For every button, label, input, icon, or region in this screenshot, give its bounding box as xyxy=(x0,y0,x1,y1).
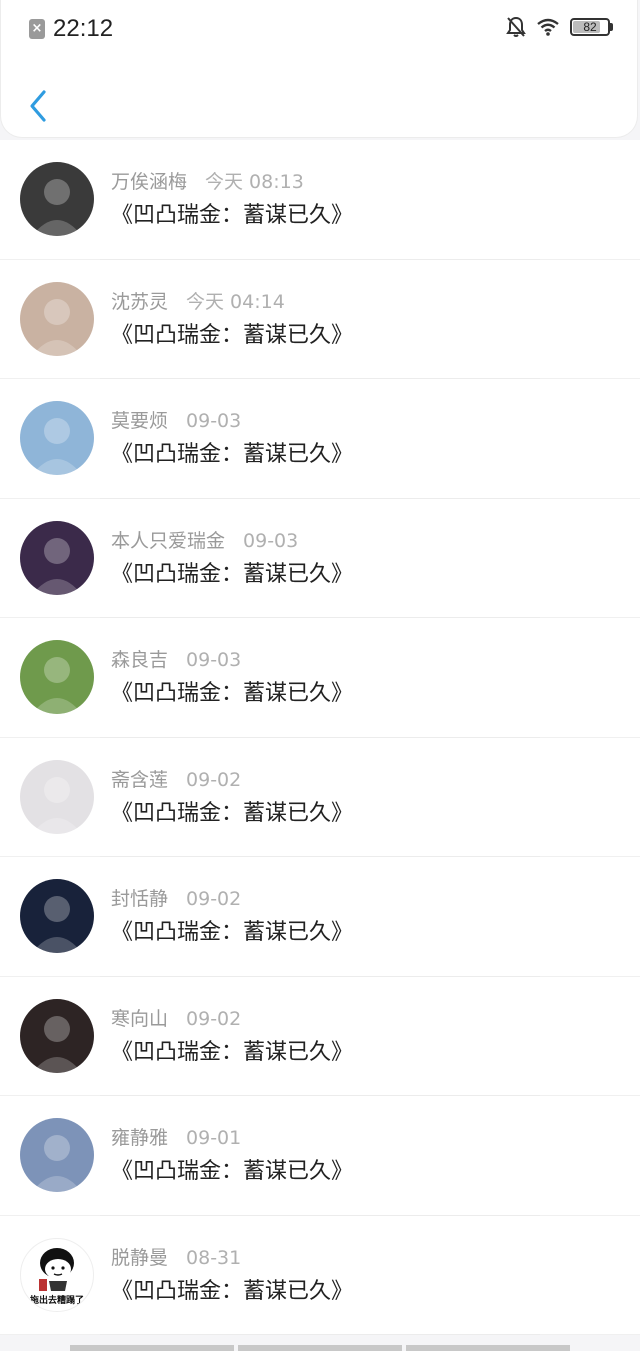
list-item[interactable]: 封恬静 09-02 《凹凸瑞金：蓄谋已久》 xyxy=(0,857,640,977)
timestamp: 今天 08:13 xyxy=(205,171,304,193)
avatar[interactable]: 拖出去糟蹋了 xyxy=(20,1237,94,1312)
message-meta: 万俟涵梅 今天 08:13 xyxy=(111,170,304,194)
sender-name[interactable]: 沈苏灵 xyxy=(111,291,168,313)
sender-name[interactable]: 寒向山 xyxy=(111,1008,168,1030)
message-text: 《凹凸瑞金：蓄谋已久》 xyxy=(111,203,354,228)
message-text: 《凹凸瑞金：蓄谋已久》 xyxy=(111,800,354,826)
avatar[interactable] xyxy=(20,879,94,953)
sender-name[interactable]: 莫要烦 xyxy=(111,410,168,432)
avatar[interactable] xyxy=(20,162,94,236)
status-left: × 22:12 xyxy=(29,14,113,44)
bell-muted-icon xyxy=(506,16,526,38)
battery-cap xyxy=(610,23,613,31)
message-text: 《凹凸瑞金：蓄谋已久》 xyxy=(111,322,354,348)
list-item[interactable]: 本人只爱瑞金 09-03 《凹凸瑞金：蓄谋已久》 xyxy=(0,499,640,618)
list-item[interactable]: 万俟涵梅 今天 08:13 《凹凸瑞金：蓄谋已久》 xyxy=(0,140,640,260)
list-item[interactable]: 雍静雅 09-01 《凹凸瑞金：蓄谋已久》 xyxy=(0,1096,640,1216)
avatar[interactable] xyxy=(20,520,94,595)
message-meta: 斋含莲 09-02 xyxy=(111,768,241,792)
timestamp: 09-02 xyxy=(186,1007,242,1030)
avatar[interactable] xyxy=(20,998,94,1073)
status-bar: × 22:12 82 xyxy=(1,0,640,58)
sender-name[interactable]: 雍静雅 xyxy=(111,1127,168,1149)
timestamp: 今天 04:14 xyxy=(186,290,285,313)
avatar[interactable] xyxy=(20,401,94,475)
message-text: 《凹凸瑞金：蓄谋已久》 xyxy=(111,920,354,945)
indicator-segment xyxy=(406,1345,570,1351)
avatar-caption: 拖出去糟蹋了 xyxy=(29,1295,84,1306)
message-text: 《凹凸瑞金：蓄谋已久》 xyxy=(111,1159,354,1184)
avatar[interactable] xyxy=(20,1118,94,1192)
message-list: 万俟涵梅 今天 08:13 《凹凸瑞金：蓄谋已久》 沈苏灵 今天 04:14 《凹凸瑞金：… xyxy=(0,140,640,1335)
sender-name[interactable]: 封恬静 xyxy=(111,888,168,910)
list-item[interactable]: 斋含莲 09-02 《凹凸瑞金：蓄谋已久》 xyxy=(0,738,640,857)
bottom-scroll-indicator xyxy=(70,1345,570,1351)
avatar[interactable] xyxy=(20,640,94,714)
sender-name[interactable]: 脱静曼 xyxy=(111,1247,168,1269)
battery-icon: 82 xyxy=(570,18,610,36)
avatar[interactable] xyxy=(20,281,94,356)
sender-name[interactable]: 万俟涵梅 xyxy=(111,171,187,193)
message-text: 《凹凸瑞金：蓄谋已久》 xyxy=(111,442,354,467)
message-text: 《凹凸瑞金：蓄谋已久》 xyxy=(111,1278,354,1304)
message-meta: 森良吉 09-03 xyxy=(111,648,241,672)
timestamp: 09-02 xyxy=(186,888,242,910)
avatar-image xyxy=(32,298,82,356)
sender-name[interactable]: 本人只爱瑞金 xyxy=(111,530,225,552)
avatar-image xyxy=(32,657,82,714)
avatar-image xyxy=(32,179,82,236)
list-item[interactable]: 拖出去糟蹋了 脱静曼 08-31 《凹凸瑞金：蓄谋已久》 xyxy=(0,1216,640,1335)
timestamp: 09-03 xyxy=(186,649,242,671)
message-meta: 寒向山 09-02 xyxy=(111,1007,241,1031)
message-text: 《凹凸瑞金：蓄谋已久》 xyxy=(111,561,354,587)
avatar-image xyxy=(32,418,82,475)
message-text: 《凹凸瑞金：蓄谋已久》 xyxy=(111,1039,354,1065)
message-meta: 封恬静 09-02 xyxy=(111,887,241,911)
avatar-image xyxy=(32,896,82,953)
avatar-image xyxy=(32,537,82,595)
list-item[interactable]: 寒向山 09-02 《凹凸瑞金：蓄谋已久》 xyxy=(0,977,640,1096)
timestamp: 08-31 xyxy=(186,1246,242,1269)
indicator-segment xyxy=(238,1345,402,1351)
list-item[interactable]: 莫要烦 09-03 《凹凸瑞金：蓄谋已久》 xyxy=(0,379,640,499)
message-meta: 沈苏灵 今天 04:14 xyxy=(111,290,285,314)
clock: 22:12 xyxy=(53,15,114,42)
back-button[interactable] xyxy=(23,86,53,126)
timestamp: 09-02 xyxy=(186,768,242,791)
message-meta: 脱静曼 08-31 xyxy=(111,1246,241,1270)
indicator-segment xyxy=(70,1345,234,1351)
avatar-image xyxy=(32,776,82,834)
avatar-image xyxy=(32,1135,82,1192)
timestamp: 09-03 xyxy=(186,410,242,432)
battery-level: 82 xyxy=(583,20,597,34)
timestamp: 09-01 xyxy=(186,1127,242,1149)
top-header: × 22:12 82 xyxy=(0,0,638,138)
sender-name[interactable]: 森良吉 xyxy=(111,649,168,671)
avatar[interactable] xyxy=(20,759,94,834)
message-meta: 本人只爱瑞金 09-03 xyxy=(111,529,298,553)
chevron-left-icon xyxy=(30,90,46,122)
status-right: 82 xyxy=(496,16,613,38)
message-meta: 莫要烦 09-03 xyxy=(111,409,241,433)
timestamp: 09-03 xyxy=(243,529,299,552)
list-item[interactable]: 沈苏灵 今天 04:14 《凹凸瑞金：蓄谋已久》 xyxy=(0,260,640,379)
notification-close-icon: × xyxy=(29,19,45,39)
sender-name[interactable]: 斋含莲 xyxy=(111,769,168,791)
wifi-icon xyxy=(536,17,560,37)
list-item[interactable]: 森良吉 09-03 《凹凸瑞金：蓄谋已久》 xyxy=(0,618,640,738)
message-text: 《凹凸瑞金：蓄谋已久》 xyxy=(111,681,354,706)
avatar-image xyxy=(32,1015,82,1073)
message-meta: 雍静雅 09-01 xyxy=(111,1126,241,1150)
